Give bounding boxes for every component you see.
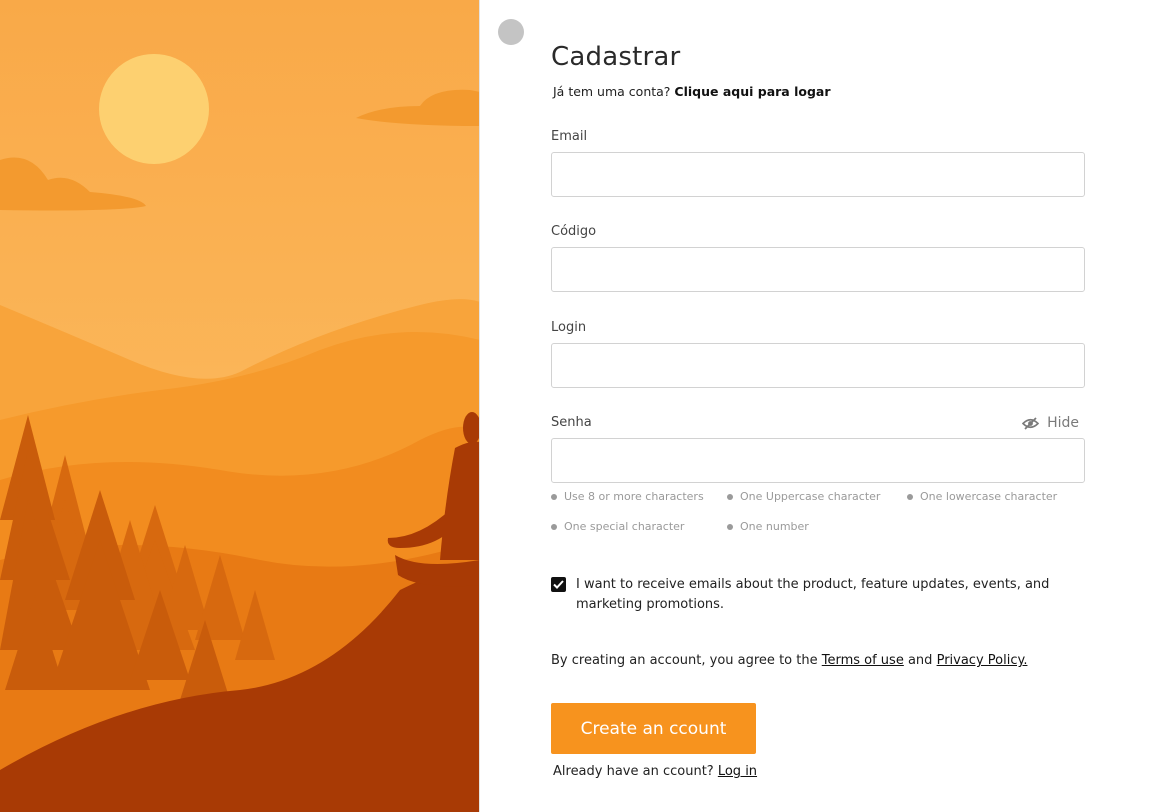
log-in-link[interactable]: Log in <box>718 764 757 779</box>
rule-bullet <box>727 493 733 500</box>
avatar-placeholder <box>498 19 524 45</box>
password-rule: One special character <box>551 520 684 533</box>
password-visibility-toggle[interactable]: Hide <box>1022 415 1079 431</box>
email-field[interactable] <box>551 152 1085 197</box>
meditation-landscape-image <box>0 0 479 812</box>
hide-label: Hide <box>1047 415 1079 431</box>
check-icon <box>553 580 564 589</box>
login-footer: Already have an ccount? Log in <box>553 763 757 781</box>
rule-bullet <box>551 493 557 500</box>
rule-text: Use 8 or more characters <box>564 490 704 503</box>
rule-text: One Uppercase character <box>740 490 881 503</box>
agreement-conjunction: and <box>907 653 933 668</box>
rule-bullet <box>907 493 913 500</box>
rule-text: One special character <box>564 520 685 533</box>
hero-illustration <box>0 0 480 812</box>
login-prompt: Já tem uma conta? Clique aqui para logar <box>551 83 1085 101</box>
password-rule: One number <box>727 520 809 533</box>
marketing-consent: I want to receive emails about the produ… <box>551 575 1056 615</box>
password-field[interactable] <box>551 438 1085 483</box>
rule-text: One lowercase character <box>920 490 1058 503</box>
terms-of-use-link[interactable]: Terms of use <box>822 653 904 668</box>
login-footer-text: Already have an ccount? <box>553 764 714 779</box>
marketing-consent-checkbox[interactable] <box>551 577 566 592</box>
eye-slash-icon <box>1022 416 1040 430</box>
login-field[interactable] <box>551 343 1085 388</box>
page-title: Cadastrar <box>551 42 681 72</box>
rule-text: One number <box>740 520 809 533</box>
email-label: Email <box>551 129 588 144</box>
password-label: Senha <box>551 415 592 430</box>
password-rule: Use 8 or more characters <box>551 490 704 503</box>
agreement-text: By creating an account, you agree to the <box>551 653 818 668</box>
password-rule: One lowercase character <box>907 490 1057 503</box>
login-prompt-text: Já tem uma conta? <box>553 84 671 99</box>
privacy-policy-link[interactable]: Privacy Policy. <box>937 653 1028 668</box>
login-label: Login <box>551 320 587 335</box>
code-field[interactable] <box>551 247 1085 292</box>
rule-bullet <box>727 523 733 530</box>
marketing-consent-text: I want to receive emails about the produ… <box>576 577 1050 612</box>
code-label: Código <box>551 224 597 239</box>
terms-agreement: By creating an account, you agree to the… <box>551 652 1027 670</box>
signup-form: Cadastrar Já tem uma conta? Clique aqui … <box>551 40 1085 779</box>
create-account-button[interactable]: Create an ccount <box>551 703 756 754</box>
rule-bullet <box>551 523 557 530</box>
password-rule: One Uppercase character <box>727 490 880 503</box>
login-link[interactable]: Clique aqui para logar <box>674 84 830 99</box>
